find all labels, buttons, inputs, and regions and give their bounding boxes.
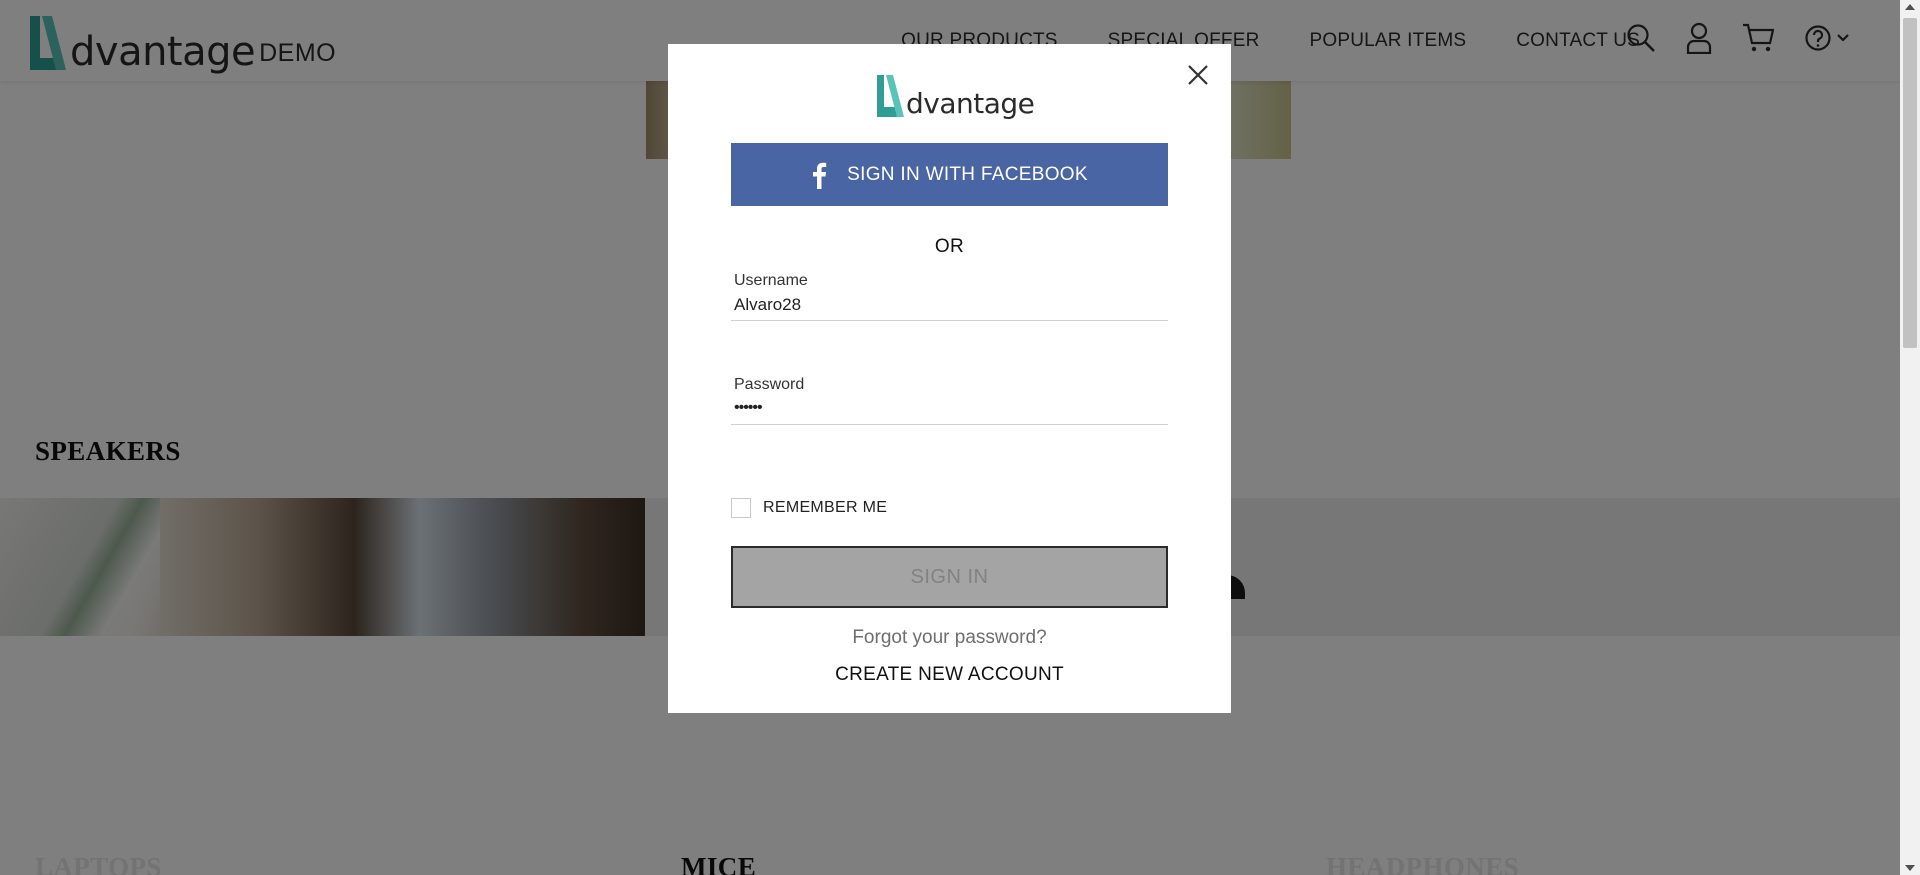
remember-me[interactable]: REMEMBER ME (731, 498, 887, 518)
login-modal: dvantage SIGN IN WITH FACEBOOK OR Userna… (668, 44, 1231, 713)
scroll-down-icon[interactable] (1905, 865, 1915, 871)
facebook-signin-label: SIGN IN WITH FACEBOOK (847, 163, 1088, 185)
facebook-signin-button[interactable]: SIGN IN WITH FACEBOOK (731, 143, 1168, 206)
modal-logo: dvantage (876, 74, 1035, 120)
password-input[interactable]: •••••• (734, 399, 1168, 421)
password-field[interactable]: Password •••••• (731, 376, 1168, 425)
username-label: Username (734, 272, 808, 289)
scrollbar-thumb[interactable] (1903, 18, 1917, 348)
logo-mark-icon (877, 75, 904, 117)
page: dvantage DEMO OUR PRODUCTS SPECIAL OFFER… (0, 0, 1920, 875)
or-divider: OR (934, 236, 965, 257)
sign-in-button[interactable]: SIGN IN (731, 546, 1168, 608)
facebook-icon (813, 162, 827, 189)
username-field[interactable]: Username Alvaro28 (731, 272, 1168, 321)
modal-logo-text: dvantage (906, 87, 1035, 120)
create-account-link[interactable]: CREATE NEW ACCOUNT (668, 664, 1231, 686)
remember-me-checkbox[interactable] (731, 498, 751, 518)
page-scrollbar[interactable] (1900, 0, 1920, 875)
remember-me-label[interactable]: REMEMBER ME (763, 499, 887, 517)
scroll-up-icon[interactable] (1905, 4, 1915, 10)
sign-in-label: SIGN IN (910, 565, 989, 588)
password-label: Password (734, 376, 805, 393)
forgot-password-link[interactable]: Forgot your password? (668, 627, 1231, 649)
close-icon[interactable] (1183, 60, 1213, 90)
username-input[interactable]: Alvaro28 (734, 295, 1168, 317)
